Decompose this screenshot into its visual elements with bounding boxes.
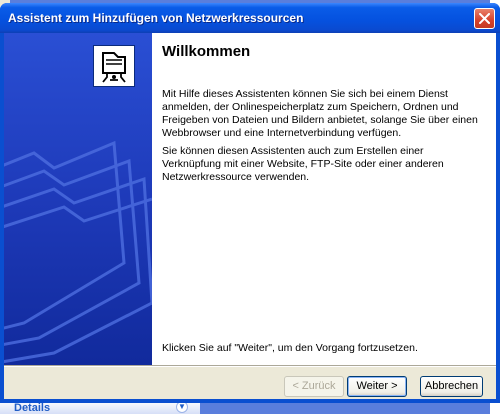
shortcut-paragraph: Sie können diesen Assistenten auch zum E…: [162, 145, 444, 183]
wizard-client-area: Willkommen Mit Hilfe dieses Assistenten …: [4, 33, 496, 399]
network-folder-icon: [93, 45, 135, 87]
back-button[interactable]: < Zurück: [284, 376, 344, 397]
wizard-banner: [4, 33, 152, 365]
wizard-window: Assistent zum Hinzufügen von Netzwerkres…: [0, 3, 500, 403]
wizard-content: Willkommen Mit Hilfe dieses Assistenten …: [152, 33, 496, 365]
details-label: Details: [14, 402, 51, 414]
next-button[interactable]: Weiter >: [347, 376, 407, 397]
cancel-button[interactable]: Abbrechen: [420, 376, 483, 397]
wizard-heading: Willkommen: [162, 43, 251, 60]
close-button[interactable]: [474, 8, 495, 29]
title-bar[interactable]: Assistent zum Hinzufügen von Netzwerkres…: [0, 3, 500, 33]
window-title: Assistent zum Hinzufügen von Netzwerkres…: [8, 11, 304, 25]
intro-paragraph: Mit Hilfe dieses Assistenten können Sie …: [162, 88, 478, 139]
close-icon: [479, 13, 490, 24]
button-separator: [4, 365, 496, 367]
continue-instruction: Klicken Sie auf "Weiter", um den Vorgang…: [162, 342, 418, 354]
